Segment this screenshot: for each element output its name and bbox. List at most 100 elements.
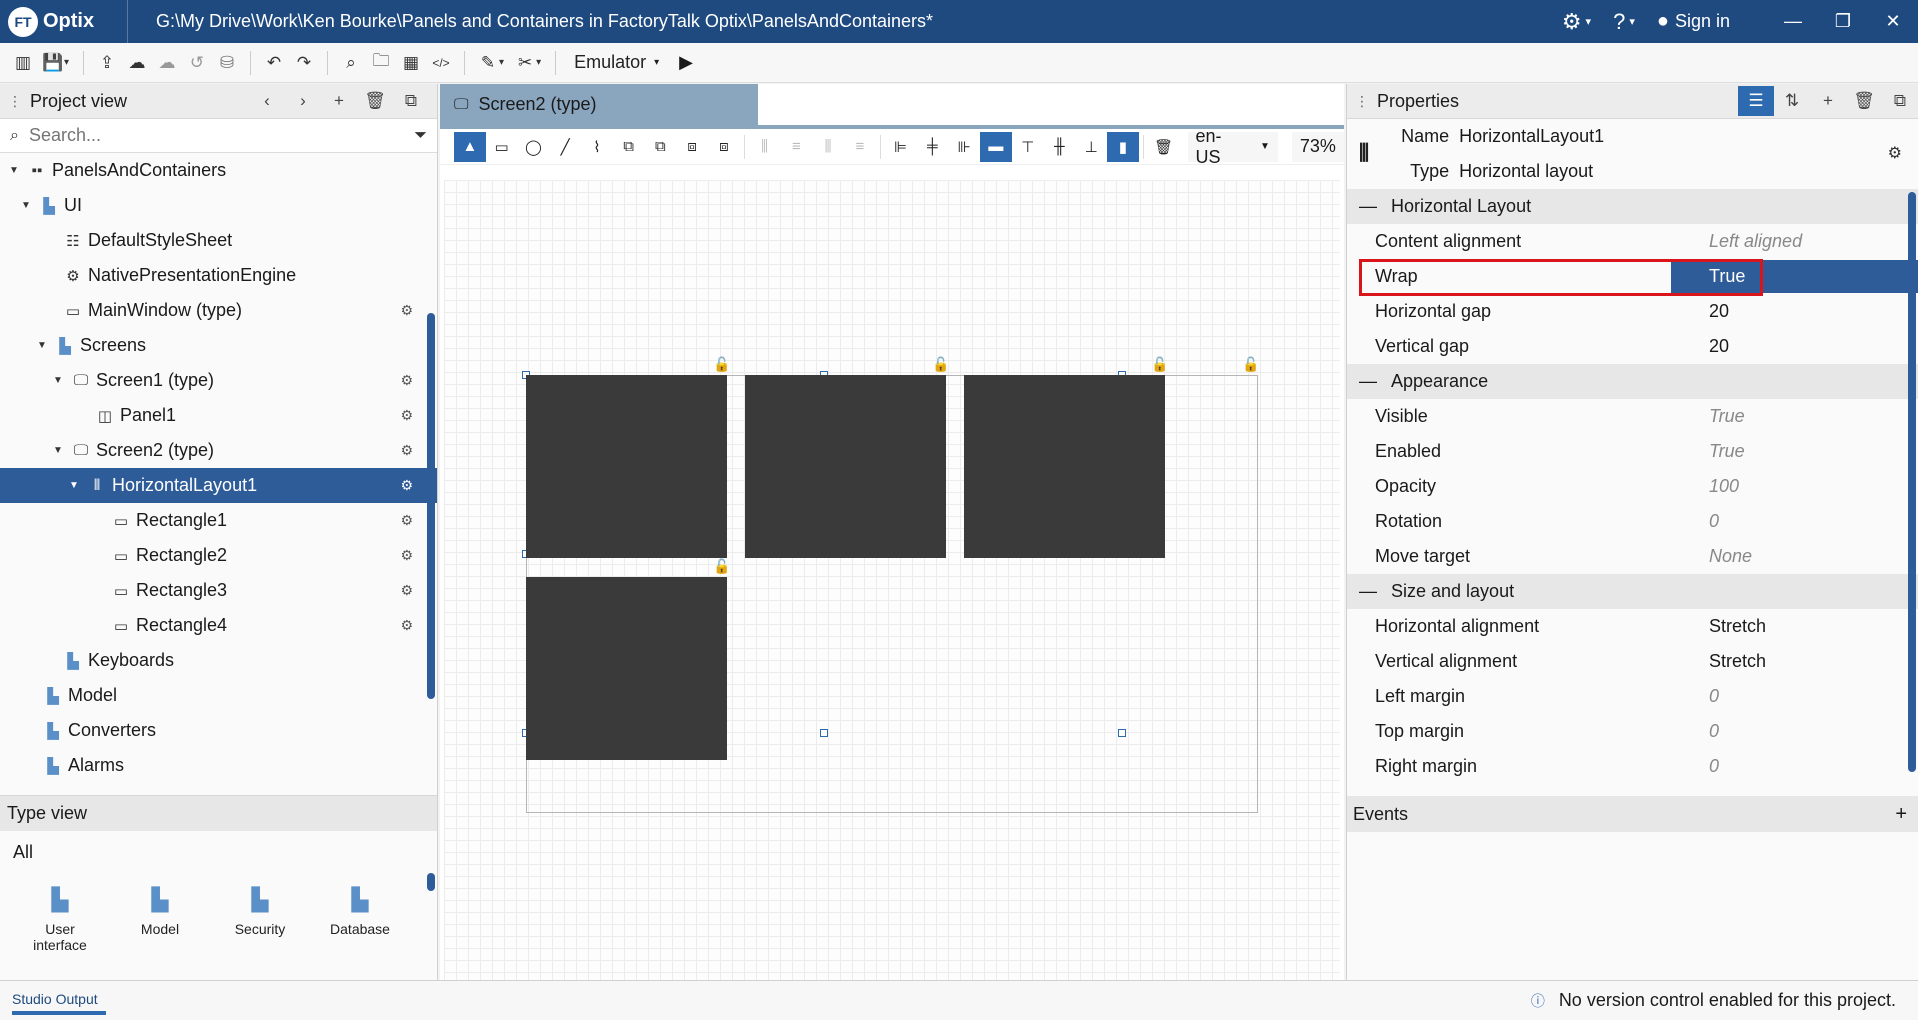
rectangle1[interactable] (526, 375, 727, 558)
rectangle3[interactable] (964, 375, 1165, 558)
collapse-icon[interactable]: — (1359, 196, 1377, 217)
add-icon[interactable]: + (321, 91, 357, 111)
emulator-dropdown[interactable]: Emulator ▾ (574, 52, 659, 73)
distribute-vertical-icon[interactable]: ≡ (781, 132, 813, 162)
prop-value[interactable]: 0 (1671, 721, 1918, 742)
send-backward-icon[interactable]: ⧉ (645, 132, 677, 162)
download-cloud-icon[interactable]: ☁ (152, 53, 182, 73)
draw-rectangle-icon[interactable]: ▭ (486, 132, 518, 162)
studio-output-tab[interactable]: Studio Output (12, 987, 106, 1015)
prop-horizontal-alignment[interactable]: Horizontal alignment Stretch (1347, 609, 1918, 644)
prop-opacity[interactable]: Opacity 100 (1347, 469, 1918, 504)
layout-panels-icon[interactable]: ▥ (8, 53, 38, 73)
tree-item-mainwindow[interactable]: ▭ MainWindow (type) ⚙ (0, 293, 437, 328)
tools-dropdown-icon[interactable]: ▾ (536, 57, 541, 68)
section-size-layout[interactable]: — Size and layout (1347, 574, 1918, 609)
edit-type-icon[interactable]: ⚙ (400, 512, 413, 529)
tree-item-screen1[interactable]: ▼ 🖵 Screen1 (type) ⚙ (0, 363, 437, 398)
prop-value[interactable]: 20 (1671, 301, 1918, 322)
prop-enabled[interactable]: Enabled True (1347, 434, 1918, 469)
prop-move-target[interactable]: Move target None (1347, 539, 1918, 574)
align-stretch-horizontal-icon[interactable]: ▬ (980, 131, 1012, 162)
unlock-icon[interactable]: 🔓 (1151, 356, 1168, 373)
space-horizontal-icon[interactable]: ⫼ (812, 132, 844, 162)
tree-item-converters[interactable]: ▙ Converters (0, 713, 437, 748)
align-middle-icon[interactable]: ╫ (1044, 132, 1076, 162)
add-event-icon[interactable]: + (1895, 803, 1907, 826)
type-view-header[interactable]: Type view (0, 795, 437, 831)
prop-value[interactable]: Stretch (1671, 651, 1918, 672)
rectangle2[interactable] (745, 375, 946, 558)
draw-ellipse-icon[interactable]: ◯ (518, 132, 550, 162)
space-vertical-icon[interactable]: ≡ (844, 132, 876, 162)
save-dropdown-icon[interactable]: ▾ (64, 57, 69, 68)
upload-cloud-icon[interactable]: ☁ (122, 53, 152, 73)
bring-forward-icon[interactable]: ⧉ (613, 132, 645, 162)
prop-value[interactable]: 0 (1671, 756, 1918, 777)
type-user-interface[interactable]: ▙ User interface (10, 887, 110, 953)
tree-item-screens[interactable]: ▼ ▙ Screens (0, 328, 437, 363)
minimize-button[interactable]: — (1768, 11, 1818, 32)
unlock-icon[interactable]: 🔓 (932, 356, 949, 373)
prop-value[interactable]: 0 (1671, 511, 1918, 532)
prop-wrap[interactable]: Wrap True (1347, 259, 1918, 296)
prop-value[interactable]: 20 (1671, 336, 1918, 357)
edit-type-icon[interactable]: ⚙ (400, 407, 413, 424)
tree-item-defaultstylesheet[interactable]: ☷ DefaultStyleSheet (0, 223, 437, 258)
edit-type-icon[interactable]: ⚙ (400, 547, 413, 564)
edit-type-icon[interactable]: ⚙ (1888, 143, 1902, 163)
run-play-icon[interactable]: ▶ (679, 52, 693, 73)
sign-in-button[interactable]: ● Sign in (1657, 10, 1730, 33)
open-folder-icon[interactable]: 🗀 (366, 48, 396, 77)
select-pointer-icon[interactable]: ▲ (454, 131, 486, 162)
chevron-right-icon[interactable]: › (285, 91, 321, 111)
align-center-icon[interactable]: ╪ (917, 132, 949, 162)
delete-icon[interactable]: 🗑 (1846, 91, 1882, 111)
help-icon[interactable]: ? ▾ (1613, 9, 1635, 35)
undo-icon[interactable]: ↶ (259, 53, 289, 73)
unlock-icon[interactable]: 🔓 (713, 356, 730, 373)
resize-handle[interactable] (820, 729, 828, 737)
prop-value[interactable]: 100 (1671, 476, 1918, 497)
align-stretch-vertical-icon[interactable]: ▮ (1107, 131, 1139, 162)
filter-icon[interactable]: ⏷ (414, 127, 427, 145)
delete-icon[interactable]: 🗑 (1148, 132, 1180, 162)
prop-right-margin[interactable]: Right margin 0 (1347, 749, 1918, 784)
panel-grip-icon[interactable]: ⋮ (8, 93, 22, 110)
properties-scrollbar[interactable] (1908, 192, 1916, 772)
restore-button[interactable]: ❐ (1818, 11, 1868, 32)
expand-arrow-icon[interactable]: ▼ (66, 480, 82, 491)
tree-item-rectangle4[interactable]: ▭ Rectangle4 ⚙ (0, 608, 437, 643)
prop-vertical-alignment[interactable]: Vertical alignment Stretch (1347, 644, 1918, 679)
tree-item-panel1[interactable]: ◫ Panel1 ⚙ (0, 398, 437, 433)
draw-polyline-icon[interactable]: ⌇ (581, 132, 613, 162)
tree-item-ui[interactable]: ▼ ▙ UI (0, 188, 437, 223)
prop-value[interactable]: True (1671, 406, 1918, 427)
section-horizontal-layout[interactable]: — Horizontal Layout (1347, 189, 1918, 224)
edit-type-icon[interactable]: ⚙ (400, 372, 413, 389)
edit-type-icon[interactable]: ⚙ (400, 617, 413, 634)
library-icon[interactable]: ▦ (396, 53, 426, 73)
add-icon[interactable]: + (1810, 91, 1846, 111)
tree-item-keyboards[interactable]: ▙ Keyboards (0, 643, 437, 678)
panel-grip-icon[interactable]: ⋮ (1355, 93, 1369, 110)
prop-top-margin[interactable]: Top margin 0 (1347, 714, 1918, 749)
tree-item-rectangle2[interactable]: ▭ Rectangle2 ⚙ (0, 538, 437, 573)
edit-type-icon[interactable]: ⚙ (400, 477, 413, 494)
prop-value[interactable]: True (1671, 260, 1918, 293)
prop-rotation[interactable]: Rotation 0 (1347, 504, 1918, 539)
align-left-icon[interactable]: ⊫ (885, 132, 917, 162)
prop-horizontal-gap[interactable]: Horizontal gap 20 (1347, 294, 1918, 329)
type-view-filter[interactable]: All (0, 831, 437, 873)
expand-arrow-icon[interactable]: ▼ (34, 340, 50, 351)
tree-item-alarms[interactable]: ▙ Alarms (0, 748, 437, 783)
find-icon[interactable]: ⌕ (336, 53, 366, 73)
zoom-level[interactable]: 73% (1291, 131, 1344, 162)
section-appearance[interactable]: — Appearance (1347, 364, 1918, 399)
prop-value[interactable]: Stretch (1671, 616, 1918, 637)
locale-select[interactable]: en-US ▼ (1187, 126, 1278, 167)
edit-type-icon[interactable]: ⚙ (400, 442, 413, 459)
unlock-icon[interactable]: 🔓 (713, 558, 730, 575)
distribute-horizontal-icon[interactable]: ⫼ (749, 132, 781, 162)
type-model[interactable]: ▙ Model (110, 887, 210, 953)
